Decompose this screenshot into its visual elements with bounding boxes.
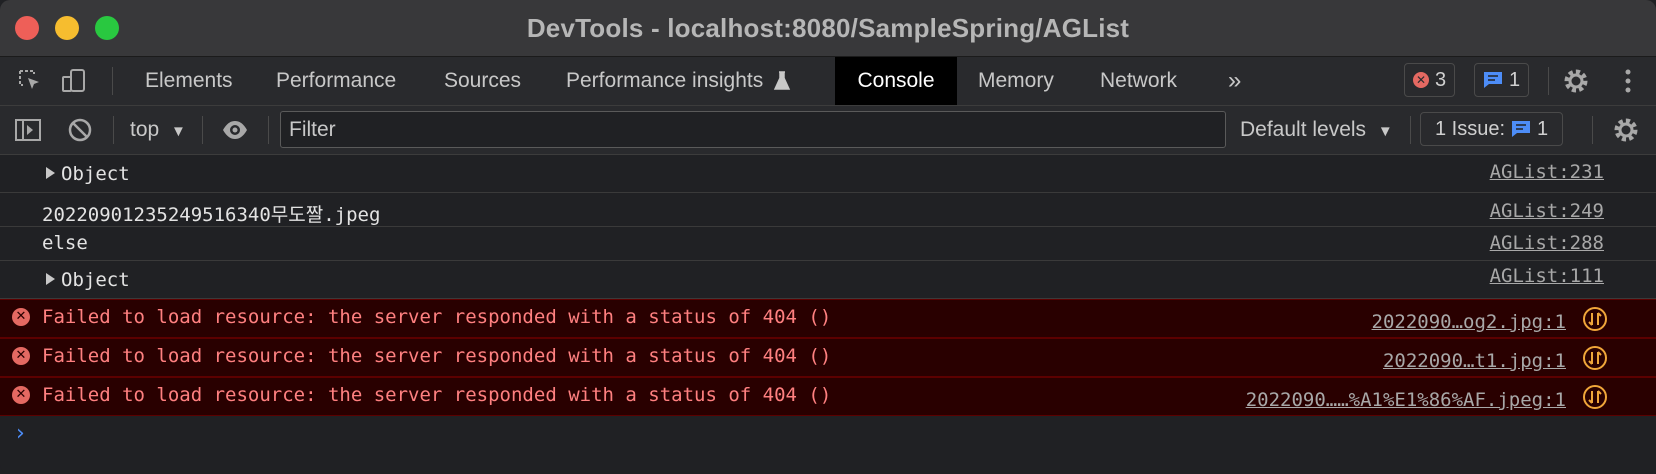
flask-icon xyxy=(774,71,791,90)
error-count-badge[interactable]: ✕ 3 xyxy=(1404,63,1456,97)
main-toolbar: Elements Performance Sources Performance… xyxy=(0,57,1656,106)
console-row: else AGList:288 xyxy=(0,227,1656,261)
more-tabs-chevron-icon[interactable]: » xyxy=(1208,57,1261,105)
tab-performance-insights[interactable]: Performance insights xyxy=(546,57,811,105)
filter-field[interactable] xyxy=(280,111,1226,148)
source-link[interactable]: AGList:288 xyxy=(1490,232,1604,254)
toolbar-divider xyxy=(1548,67,1549,95)
issues-count: 1 xyxy=(1537,117,1549,140)
console-row[interactable]: Object AGList:231 xyxy=(0,155,1656,193)
toolbar-divider xyxy=(112,67,113,95)
source-link[interactable]: 2022090…t1.jpg:1 xyxy=(1383,350,1566,372)
message-icon xyxy=(1512,121,1531,137)
error-icon: ✕ xyxy=(12,386,30,404)
maximize-window-button[interactable] xyxy=(95,16,119,40)
error-message: Failed to load resource: the server resp… xyxy=(42,345,832,367)
message-count-badge[interactable]: 1 xyxy=(1474,63,1530,97)
settings-gear-icon[interactable] xyxy=(1562,67,1590,95)
message-count: 1 xyxy=(1509,68,1521,91)
network-request-icon[interactable] xyxy=(1582,306,1608,332)
tab-elements[interactable]: Elements xyxy=(125,57,253,105)
live-expression-eye-icon[interactable] xyxy=(221,116,249,144)
expand-triangle-icon[interactable] xyxy=(46,166,55,179)
error-message: Failed to load resource: the server resp… xyxy=(42,384,832,406)
error-icon: ✕ xyxy=(1413,72,1429,88)
console-row: 20220901235249516340무도짤.jpeg AGList:249 xyxy=(0,193,1656,227)
tab-console[interactable]: Console xyxy=(835,57,957,105)
log-levels-label: Default levels xyxy=(1240,118,1367,141)
window-controls xyxy=(15,16,119,40)
error-count: 3 xyxy=(1435,68,1447,91)
log-levels-dropdown[interactable]: Default levels ▼ xyxy=(1240,106,1393,154)
source-link[interactable]: AGList:111 xyxy=(1490,265,1604,287)
issues-button[interactable]: 1 Issue: 1 xyxy=(1420,112,1564,146)
source-link[interactable]: 2022090…og2.jpg:1 xyxy=(1372,311,1566,333)
console-prompt-chevron-icon[interactable]: › xyxy=(16,421,25,446)
log-text: Object xyxy=(61,269,130,291)
toolbar-divider xyxy=(1592,116,1593,144)
window-title: DevTools - localhost:8080/SampleSpring/A… xyxy=(526,12,1130,43)
console-error-row: ✕ Failed to load resource: the server re… xyxy=(0,377,1656,416)
minimize-window-button[interactable] xyxy=(55,16,79,40)
source-link[interactable]: AGList:249 xyxy=(1490,200,1604,222)
log-text: Object xyxy=(61,163,130,185)
log-message: 20220901235249516340무도짤.jpeg xyxy=(42,204,381,226)
console-error-row: ✕ Failed to load resource: the server re… xyxy=(0,338,1656,377)
log-message[interactable]: Object xyxy=(46,269,130,291)
log-message: else xyxy=(42,232,88,254)
toolbar-divider xyxy=(113,116,114,144)
dropdown-arrow-icon: ▼ xyxy=(1377,123,1393,140)
source-link[interactable]: 2022090……%A1%E1%86%AF.jpeg:1 xyxy=(1246,389,1566,411)
toolbar-divider xyxy=(1410,116,1411,144)
network-request-icon[interactable] xyxy=(1582,345,1608,371)
console-error-row: ✕ Failed to load resource: the server re… xyxy=(0,299,1656,338)
device-toolbar-icon[interactable] xyxy=(60,67,88,95)
close-window-button[interactable] xyxy=(15,16,39,40)
console-toolbar: top ▼ Default levels ▼ 1 Issue: 1 xyxy=(0,106,1656,155)
sidebar-toggle-icon[interactable] xyxy=(14,116,42,144)
console-settings-gear-icon[interactable] xyxy=(1612,116,1640,144)
network-request-icon[interactable] xyxy=(1582,384,1608,410)
title-bar: DevTools - localhost:8080/SampleSpring/A… xyxy=(0,0,1656,57)
expand-triangle-icon[interactable] xyxy=(46,272,55,285)
inspect-element-icon[interactable] xyxy=(16,67,44,95)
toolbar-divider xyxy=(268,116,269,144)
error-icon: ✕ xyxy=(12,347,30,365)
issues-label: 1 Issue: xyxy=(1435,117,1506,140)
console-row[interactable]: Object AGList:111 xyxy=(0,261,1656,299)
log-message[interactable]: Object xyxy=(46,163,130,185)
tab-performance-insights-label: Performance insights xyxy=(566,69,764,92)
tab-performance[interactable]: Performance xyxy=(256,57,416,105)
more-options-icon[interactable] xyxy=(1614,67,1642,95)
context-selector[interactable]: top ▼ xyxy=(130,106,186,154)
tab-sources[interactable]: Sources xyxy=(424,57,541,105)
message-icon xyxy=(1484,72,1502,88)
dropdown-arrow-icon: ▼ xyxy=(171,123,186,140)
clear-console-icon[interactable] xyxy=(66,116,94,144)
error-message: Failed to load resource: the server resp… xyxy=(42,306,832,328)
error-icon: ✕ xyxy=(12,308,30,326)
devtools-window: DevTools - localhost:8080/SampleSpring/A… xyxy=(0,0,1656,474)
filter-input[interactable] xyxy=(281,112,1225,147)
source-link[interactable]: AGList:231 xyxy=(1490,161,1604,183)
toolbar-divider xyxy=(202,116,203,144)
tab-memory[interactable]: Memory xyxy=(958,57,1074,105)
tab-network[interactable]: Network xyxy=(1080,57,1197,105)
context-value: top xyxy=(130,118,160,141)
